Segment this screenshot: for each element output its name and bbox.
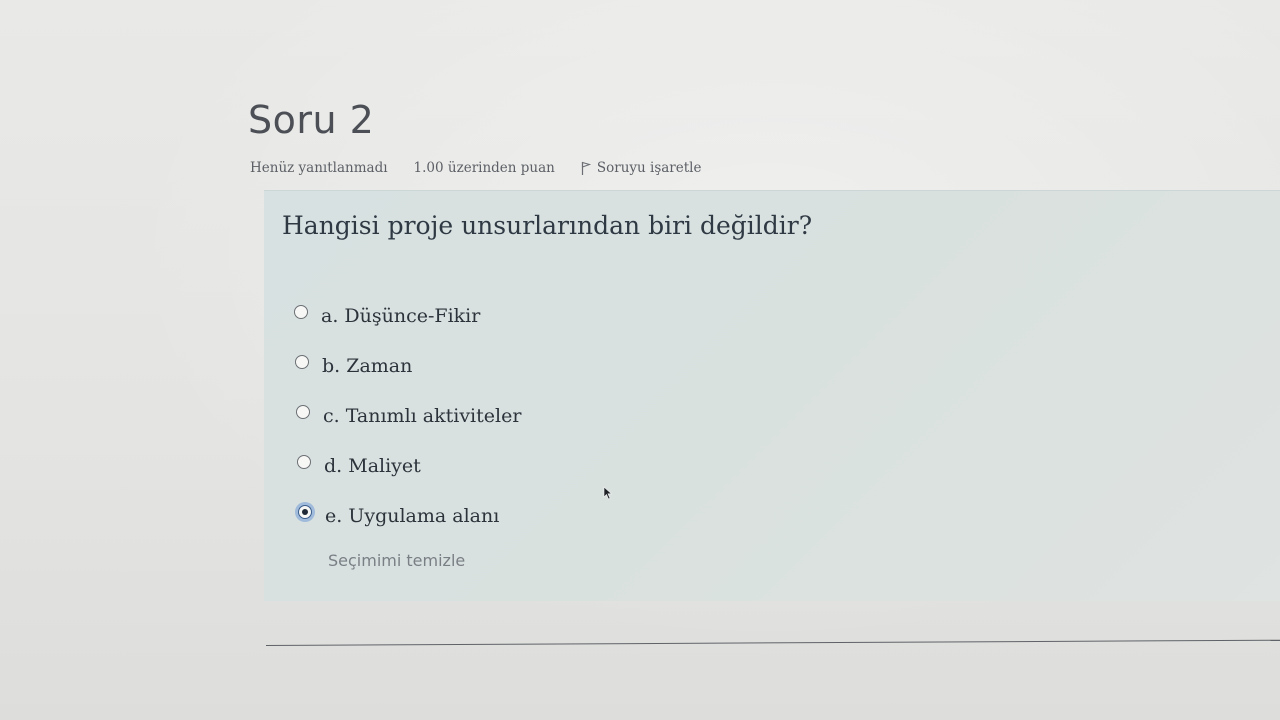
answer-option-d[interactable]: d. Maliyet bbox=[294, 441, 521, 491]
radio-button-b[interactable] bbox=[295, 355, 309, 369]
answer-option-b[interactable]: b. Zaman bbox=[294, 341, 521, 391]
mouse-pointer-icon bbox=[603, 486, 613, 500]
question-points: 1.00 üzerinden puan bbox=[413, 160, 555, 176]
radio-button-d[interactable] bbox=[297, 455, 311, 469]
section-divider bbox=[265, 639, 1280, 646]
answer-option-label: e. Uygulama alanı bbox=[325, 505, 500, 527]
radio-button-e[interactable] bbox=[298, 505, 312, 519]
flag-question-label: Soruyu işaretle bbox=[596, 160, 702, 176]
question-number-heading: Soru 2 bbox=[248, 98, 375, 142]
answer-option-c[interactable]: c. Tanımlı aktiviteler bbox=[294, 391, 521, 441]
flag-question-link[interactable]: Soruyu işaretle bbox=[581, 160, 702, 176]
radio-button-a[interactable] bbox=[294, 305, 308, 319]
answer-option-a[interactable]: a. Düşünce-Fikir bbox=[294, 291, 521, 341]
answer-option-label: b. Zaman bbox=[322, 355, 413, 377]
flag-icon bbox=[581, 161, 591, 175]
question-text: Hangisi proje unsurlarından biri değildi… bbox=[282, 211, 813, 240]
answer-option-e[interactable]: e. Uygulama alanı bbox=[294, 491, 521, 541]
answer-option-label: a. Düşünce-Fikir bbox=[321, 305, 481, 327]
question-status: Henüz yanıtlanmadı bbox=[250, 160, 388, 176]
clear-choice-link[interactable]: Seçimimi temizle bbox=[328, 551, 465, 570]
answer-option-label: c. Tanımlı aktiviteler bbox=[323, 405, 522, 427]
question-info: Henüz yanıtlanmadı 1.00 üzerinden puan S… bbox=[250, 160, 701, 176]
radio-button-c[interactable] bbox=[296, 405, 310, 419]
answer-option-label: d. Maliyet bbox=[324, 455, 421, 477]
question-content-box: Hangisi proje unsurlarından biri değildi… bbox=[264, 190, 1280, 601]
answer-options-list: a. Düşünce-Fikir b. Zaman c. Tanımlı akt… bbox=[294, 291, 521, 541]
